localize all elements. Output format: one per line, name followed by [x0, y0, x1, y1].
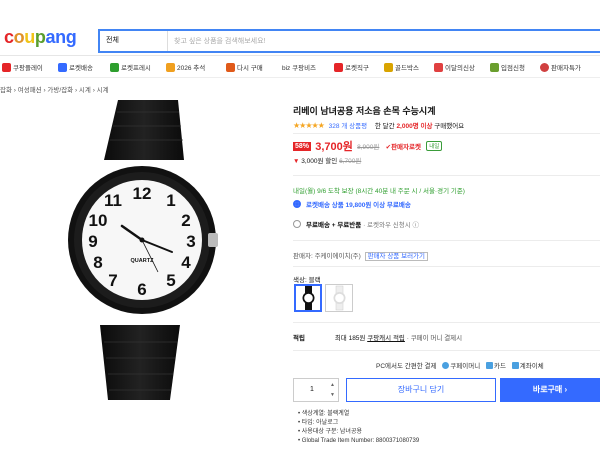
color-option-white[interactable] — [325, 284, 353, 312]
chevron-up-icon[interactable]: ▲ — [330, 382, 335, 388]
divider — [293, 240, 600, 241]
quantity-value: 1 — [310, 386, 314, 393]
reward-row: 적립 최대 185원 쿠팡캐시 적립 · 쿠페이 머니 결제시 — [293, 335, 463, 342]
product-title: 리베이 남녀공용 저소음 손목 수능시계 — [293, 106, 436, 116]
cash-reward-link[interactable]: 쿠팡캐시 적립 — [367, 335, 405, 342]
rating-row: ★★★★★ 328 개 상품평 한 달간 2,000명 이상 구매했어요 — [293, 120, 464, 130]
nav-item-goldbox[interactable]: 골드박스 — [384, 63, 419, 75]
breadcrumb[interactable]: 잡화 › 여성패션 › 가방/잡화 › 시계 › 시계 — [0, 84, 109, 94]
seller-products-button[interactable]: 판매자 상품 보러가기 — [364, 252, 429, 261]
payment-methods: PC에서도 간편한 결제 쿠페이머니 카드 계좌이체 — [376, 362, 544, 370]
arrow-down-icon: ▼ — [293, 158, 300, 165]
star-rating-icon: ★★★★★ — [293, 121, 325, 130]
review-count-link[interactable]: 328 개 상품평 — [329, 123, 367, 130]
bank-icon — [511, 362, 519, 369]
coupang-logo[interactable]: coupang — [4, 27, 77, 47]
search-input[interactable] — [174, 33, 574, 49]
chevron-down-icon[interactable]: ▼ — [330, 392, 335, 398]
price-row: 58% 3,700원 8,900원 ✔판매자로켓 내일 — [293, 138, 443, 153]
svg-text:12: 12 — [133, 184, 152, 203]
svg-text:8: 8 — [93, 253, 102, 272]
header: coupang 전체 — [0, 0, 600, 56]
nav-item-biz[interactable]: biz 쿠팡비즈 — [282, 63, 316, 75]
add-to-cart-button[interactable]: 장바구니 담기 — [346, 378, 496, 402]
nav-item-coupangplay[interactable]: 쿠팡플레이 — [2, 63, 43, 75]
watch-thumb-icon — [302, 286, 315, 310]
orders-info: 한 달간 2,000명 이상 구매했어요 — [374, 123, 465, 130]
home-icon — [226, 63, 235, 72]
sale-price: 3,700원 — [315, 141, 353, 153]
nav-item-rebuy[interactable]: 다시 구매 — [226, 63, 263, 75]
product-image[interactable]: 12 1 2 3 4 5 6 7 8 9 10 11 QUARTZ — [0, 100, 280, 400]
search-bar: 전체 — [98, 29, 600, 53]
divider — [293, 350, 600, 351]
seller-row: 판매자: 주케이에이치(주) 판매자 상품 보러가기 — [293, 250, 429, 261]
divider — [293, 175, 600, 176]
watch-image: 12 1 2 3 4 5 6 7 8 9 10 11 QUARTZ — [68, 100, 218, 400]
divider — [293, 266, 600, 267]
nav-item-seller-deal[interactable]: 판매자특가 — [540, 63, 581, 75]
radio-unselected[interactable] — [293, 220, 301, 228]
coupon-strike-price: 6,700원 — [339, 158, 362, 165]
svg-text:1: 1 — [166, 191, 175, 210]
nav-item-new[interactable]: 이달의신상 — [434, 63, 475, 75]
shipping-option-rocket[interactable]: 로켓배송 상품 19,800원 이상 무료배송 — [293, 199, 411, 209]
global-icon — [334, 63, 343, 72]
svg-text:11: 11 — [104, 191, 122, 210]
spec-item: 사용대상 구분: 남녀공용 — [298, 428, 419, 437]
seller-rocket-badge: ✔판매자로켓 — [385, 144, 421, 151]
color-option-black[interactable] — [294, 284, 322, 312]
radio-selected[interactable] — [293, 200, 301, 208]
svg-text:10: 10 — [89, 211, 108, 230]
spec-item: Global Trade Item Number: 8800371080739 — [298, 437, 419, 446]
bag-icon — [434, 63, 443, 72]
delivery-info: 내일(월) 9/6 도착 보장 (8시간 40분 내 주문 시 / 서울·경기 … — [293, 188, 465, 195]
divider — [293, 322, 600, 323]
play-icon — [2, 63, 11, 72]
nav-item-global[interactable]: 로켓직구 — [334, 63, 369, 75]
search-category-select[interactable]: 전체 — [100, 31, 168, 51]
nav-item-fresh[interactable]: 로켓프레시 — [110, 63, 151, 75]
svg-text:2: 2 — [181, 211, 190, 230]
shipping-option-free-return[interactable]: 무료배송 + 무료반품 · 로켓와우 신청시 ⓘ — [293, 219, 419, 229]
rocket-icon — [58, 63, 67, 72]
discount-badge: 58% — [293, 141, 312, 151]
tag-icon — [540, 63, 549, 72]
svg-text:5: 5 — [166, 271, 175, 290]
color-label: 색상: 블랙 — [293, 277, 321, 284]
goldbox-icon — [384, 63, 393, 72]
nav-item-rocket[interactable]: 로켓배송 — [58, 63, 93, 75]
coupon-amount: 3,000원 할인 — [301, 158, 338, 165]
divider — [293, 133, 600, 134]
seller-name[interactable]: 주케이에이치(주) — [315, 253, 361, 260]
spec-list: 색상계열: 블랙계열 타입: 아날로그 사용대상 구분: 남녀공용 Global… — [298, 410, 419, 446]
fresh-icon — [110, 63, 119, 72]
spec-item: 색상계열: 블랙계열 — [298, 410, 419, 419]
store-icon — [490, 63, 499, 72]
category-nav: 쿠팡플레이 로켓배송 로켓프레시 2026 추석 다시 구매 biz 쿠팡비즈 … — [0, 60, 600, 78]
tomorrow-badge: 내일 — [426, 141, 443, 151]
svg-text:4: 4 — [181, 253, 191, 272]
nav-item-chuseok[interactable]: 2026 추석 — [166, 63, 205, 75]
svg-text:6: 6 — [137, 280, 146, 299]
svg-text:QUARTZ: QUARTZ — [131, 258, 155, 264]
nav-item-apply[interactable]: 입점신청 — [490, 63, 525, 75]
svg-text:9: 9 — [88, 232, 97, 251]
gift-icon — [166, 63, 175, 72]
coupon-row: ▼ 3,000원 할인 6,700원 — [293, 155, 361, 165]
quantity-stepper[interactable]: 1 ▲ ▼ — [293, 378, 339, 402]
original-price: 8,900원 — [357, 144, 380, 151]
watch-thumb-icon — [333, 285, 346, 311]
card-icon — [486, 362, 494, 369]
coupay-icon — [442, 362, 450, 369]
spec-item: 타입: 아날로그 — [298, 419, 419, 428]
svg-text:3: 3 — [186, 232, 195, 251]
svg-text:7: 7 — [108, 271, 117, 290]
buy-now-button[interactable]: 바로구매 › — [500, 378, 600, 402]
